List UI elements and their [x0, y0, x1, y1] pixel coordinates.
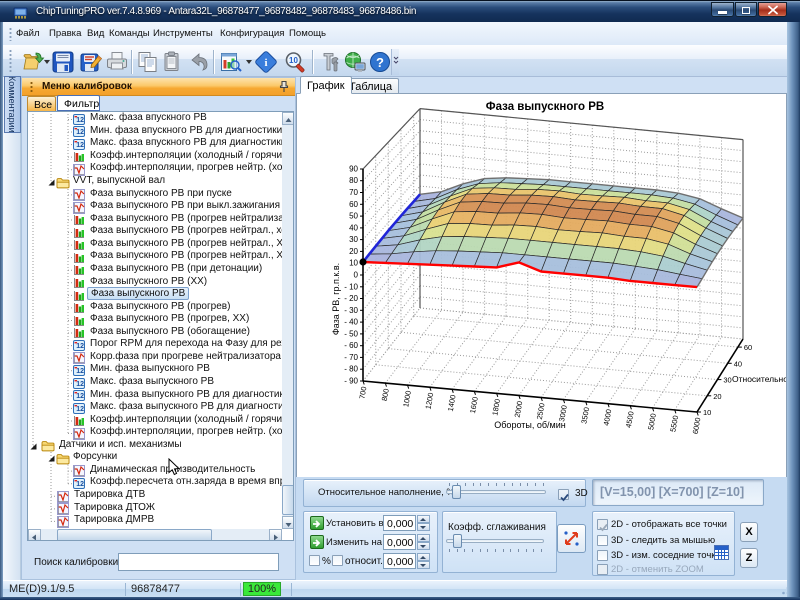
svg-text:20: 20	[713, 392, 721, 401]
svg-text:- 50: - 50	[344, 329, 358, 338]
svg-text:30: 30	[349, 235, 358, 244]
svg-text:0: 0	[354, 271, 359, 280]
svg-text:- 40: - 40	[344, 318, 358, 327]
svg-text:Относительное н: Относительное н	[732, 374, 786, 384]
svg-text:- 10: - 10	[344, 282, 358, 291]
svg-text:Фаза выпускного РВ: Фаза выпускного РВ	[486, 101, 604, 113]
svg-text:- 90: - 90	[344, 377, 358, 386]
svg-text:- 20: - 20	[344, 294, 358, 303]
svg-text:12: 12	[76, 343, 84, 350]
svg-text:12: 12	[76, 129, 84, 136]
svg-text:Фаза РВ, гр.п.к.в.: Фаза РВ, гр.п.к.в.	[331, 263, 341, 335]
svg-text:12: 12	[76, 368, 84, 375]
svg-text:?: ?	[376, 55, 384, 70]
svg-text:90: 90	[349, 165, 358, 174]
svg-text:- 60: - 60	[344, 341, 358, 350]
svg-text:60: 60	[744, 343, 752, 352]
svg-text:50: 50	[349, 212, 358, 221]
svg-text:12: 12	[76, 393, 84, 400]
svg-text:60: 60	[349, 200, 358, 209]
svg-text:10: 10	[289, 56, 298, 65]
svg-text:12: 12	[76, 117, 84, 124]
svg-text:12: 12	[76, 406, 84, 413]
svg-text:40: 40	[734, 359, 742, 368]
svg-text:Обороты, об/мин: Обороты, об/мин	[494, 420, 565, 430]
svg-text:- 30: - 30	[344, 306, 358, 315]
svg-text:i: i	[264, 57, 267, 69]
svg-text:- 80: - 80	[344, 365, 358, 374]
svg-text:- 70: - 70	[344, 353, 358, 362]
svg-text:70: 70	[349, 188, 358, 197]
svg-text:20: 20	[349, 247, 358, 256]
svg-text:12: 12	[76, 381, 84, 388]
svg-text:10: 10	[703, 408, 711, 417]
svg-text:30: 30	[723, 376, 731, 385]
svg-text:10: 10	[349, 259, 358, 268]
svg-text:80: 80	[349, 176, 358, 185]
svg-text:12: 12	[76, 481, 84, 488]
svg-text:12: 12	[76, 142, 84, 149]
svg-text:40: 40	[349, 223, 358, 232]
